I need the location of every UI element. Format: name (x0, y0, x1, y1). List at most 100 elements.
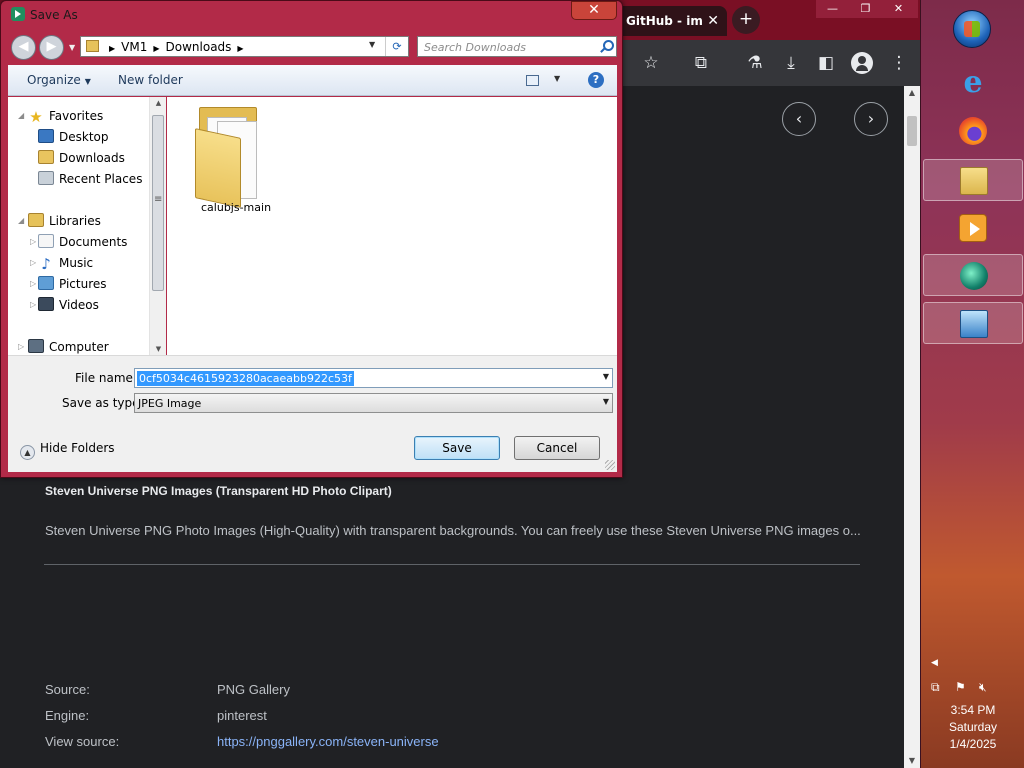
help-icon[interactable]: ? (588, 72, 604, 88)
nav-videos[interactable]: Videos (38, 296, 99, 314)
save-options-panel: File name: 0cf5034c4615923280acaeabb922c… (8, 355, 617, 472)
scroll-up-icon[interactable]: ▲ (150, 99, 167, 107)
chevron-down-icon[interactable]: ▼ (603, 372, 609, 381)
show-hidden-icons-icon[interactable]: ◀ (931, 658, 938, 668)
chevron-down-icon[interactable]: ▼ (603, 397, 609, 406)
nav-recent-places[interactable]: Recent Places (38, 170, 142, 188)
previous-image-button[interactable]: ‹ (782, 102, 816, 136)
resize-grip-icon[interactable] (605, 460, 615, 470)
breadcrumb-separator-icon[interactable]: ▶ (147, 44, 165, 53)
dialog-close-button[interactable]: ✕ (571, 1, 617, 20)
save-button[interactable]: Save (414, 436, 500, 460)
scroll-thumb[interactable] (152, 115, 164, 291)
nav-music[interactable]: ♪ Music (38, 254, 93, 272)
nav-computer[interactable]: Computer (28, 338, 109, 355)
forward-button[interactable]: ▶ (39, 35, 64, 60)
breadcrumb-vm1[interactable]: VM1 (121, 40, 147, 54)
taskbar-firefox[interactable] (923, 110, 1023, 152)
nav-libraries[interactable]: Libraries (28, 212, 101, 230)
tab-github[interactable]: GitHub - im ✕ (612, 6, 727, 36)
file-name-field[interactable]: 0cf5034c4615923280acaeabb922c53f ▼ (134, 368, 613, 388)
collapse-icon[interactable]: ◢ (18, 107, 24, 125)
close-window-icon[interactable]: ✕ (882, 0, 915, 18)
taskbar-remote-desktop[interactable] (923, 302, 1023, 344)
taskbar-ie[interactable]: e (923, 62, 1023, 104)
expand-icon[interactable]: ▷ (30, 296, 36, 314)
next-image-button[interactable]: › (854, 102, 888, 136)
new-folder-button[interactable]: New folder (118, 73, 183, 87)
clock[interactable]: 3:54 PM Saturday 1/4/2025 (941, 702, 1005, 753)
hide-folders-button[interactable]: ▲ Hide Folders (20, 441, 115, 460)
meta-engine-label: Engine: (45, 708, 90, 723)
cancel-button[interactable]: Cancel (514, 436, 600, 460)
nav-videos-label: Videos (59, 298, 99, 312)
extensions-icon[interactable]: ⧉ (689, 51, 713, 75)
expand-icon[interactable]: ▷ (30, 233, 36, 251)
divider (44, 564, 860, 565)
download-icon[interactable]: ⤓ (779, 51, 803, 75)
breadcrumb-downloads[interactable]: Downloads (166, 40, 232, 54)
star-icon[interactable]: ☆ (639, 51, 663, 75)
refresh-icon[interactable]: ⟳ (385, 37, 408, 56)
scroll-down-icon[interactable]: ▼ (904, 754, 920, 768)
recent-locations-icon[interactable]: ▼ (69, 43, 75, 52)
view-options-icon[interactable]: ▼ (554, 74, 560, 83)
back-button[interactable]: ◀ (11, 35, 36, 60)
search-box[interactable]: Search Downloads (417, 36, 617, 57)
nav-downloads[interactable]: Downloads (38, 149, 125, 167)
expand-icon[interactable]: ▷ (30, 275, 36, 293)
firefox-icon (959, 117, 987, 145)
breadcrumb: ▶ VM1 ▶ Downloads ▶ (103, 40, 250, 54)
taskbar-explorer[interactable] (923, 159, 1023, 201)
labs-icon[interactable]: ⚗ (743, 51, 767, 75)
folder-label[interactable]: calubjs-main (201, 201, 271, 214)
nav-documents[interactable]: Documents (38, 233, 127, 251)
tab-close-icon[interactable]: ✕ (707, 6, 719, 36)
clock-time: 3:54 PM (950, 703, 996, 717)
file-name-input[interactable]: 0cf5034c4615923280acaeabb922c53f (137, 371, 354, 386)
save-type-select[interactable]: JPEG Image ▼ (134, 393, 613, 413)
image-description: Steven Universe PNG Photo Images (High-Q… (45, 523, 860, 538)
change-view-icon[interactable] (526, 75, 539, 86)
address-bar[interactable]: ▶ VM1 ▶ Downloads ▶ ▼ ⟳ (80, 36, 409, 57)
videos-icon (38, 297, 54, 311)
navigation-pane: ◢ ★ Favorites Desktop Downloads Recent Pl… (8, 97, 166, 355)
maximize-icon[interactable]: ❐ (849, 0, 882, 18)
organize-button[interactable]: Organize ▼ (27, 73, 91, 87)
taskbar-browser[interactable] (923, 254, 1023, 296)
address-dropdown-icon[interactable]: ▼ (369, 40, 375, 49)
scroll-up-icon[interactable]: ▲ (904, 86, 920, 100)
scroll-down-icon[interactable]: ▼ (150, 345, 167, 353)
network-icon[interactable]: ⧉ (931, 680, 940, 695)
side-panel-icon[interactable]: ◧ (814, 51, 838, 75)
profile-icon[interactable] (851, 52, 873, 74)
meta-source-value: PNG Gallery (217, 682, 290, 697)
command-bar: Organize ▼ New folder ▼ ? (8, 65, 617, 96)
search-input[interactable]: Search Downloads (424, 41, 526, 54)
expand-icon[interactable]: ▷ (18, 338, 24, 355)
volume-muted-icon[interactable]: 🔇︎ (979, 680, 987, 695)
start-button[interactable] (953, 10, 991, 48)
taskbar-media-player[interactable] (923, 207, 1023, 249)
new-tab-button[interactable]: + (732, 6, 760, 34)
image-title: Steven Universe PNG Images (Transparent … (45, 484, 392, 498)
nav-desktop[interactable]: Desktop (38, 128, 109, 146)
action-center-flag-icon[interactable]: ⚑ (955, 680, 966, 694)
nav-downloads-label: Downloads (59, 151, 125, 165)
nav-pictures[interactable]: Pictures (38, 275, 107, 293)
menu-icon[interactable]: ⋮ (887, 51, 911, 75)
meta-source-label: Source: (45, 682, 90, 697)
scroll-thumb[interactable] (907, 116, 917, 146)
documents-icon (38, 234, 54, 248)
save-as-dialog: Save As ✕ ◀ ▶ ▼ ▶ VM1 ▶ Downloads ▶ ▼ ⟳ Sear… (0, 0, 623, 478)
nav-favorites[interactable]: ★ Favorites (28, 107, 103, 125)
view-source-link[interactable]: https://pnggallery.com/steven-universe (217, 734, 439, 749)
star-icon: ★ (29, 108, 43, 126)
page-scrollbar[interactable]: ▲ ▼ (904, 86, 920, 768)
collapse-icon[interactable]: ◢ (18, 212, 24, 230)
expand-icon[interactable]: ▷ (30, 254, 36, 272)
search-icon[interactable] (599, 40, 614, 53)
minimize-icon[interactable]: — (816, 0, 849, 18)
breadcrumb-separator-icon[interactable]: ▶ (231, 44, 249, 53)
navigation-scrollbar[interactable]: ▲ ▼ (149, 97, 166, 355)
